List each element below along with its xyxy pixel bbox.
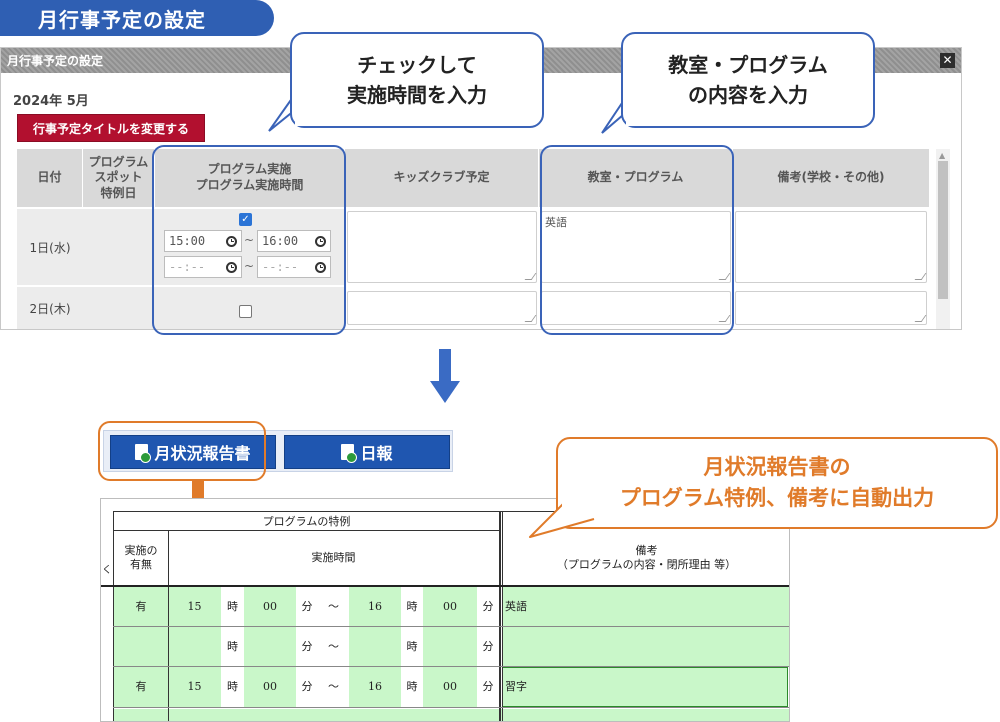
header-notes-line1: 備考 (635, 544, 658, 558)
header-done-line2: 有無 (130, 558, 152, 571)
row3-m1: 00 (263, 680, 277, 694)
orange-bubble-line1: 月状況報告書の (703, 454, 851, 479)
classroom-highlight (540, 145, 734, 335)
row3-h2: 16 (368, 680, 382, 694)
orange-bubble-line2: プログラム特例、備考に自動出力 (619, 486, 935, 510)
row2-notes-textarea[interactable] (735, 291, 927, 325)
row1-hour-unit-2: 時 (406, 600, 418, 614)
grid-line (113, 707, 789, 708)
col-spot-line3: 特例日 (100, 185, 137, 200)
row2-hour-unit: 時 (227, 640, 238, 654)
header-notes-line2: （プログラムの内容・閉所理由 等） (556, 558, 737, 571)
row1-m1: 00 (263, 600, 277, 614)
row2-h2-bg (349, 627, 401, 667)
scroll-up-icon[interactable]: ▲ (939, 151, 945, 160)
row1-notes-textarea[interactable] (735, 211, 927, 283)
grid-line (101, 585, 789, 587)
scrollbar[interactable]: ▲ (936, 149, 950, 329)
row2-done-bg (114, 627, 168, 667)
row3-tilde: ～ (328, 680, 339, 694)
grid-line (502, 511, 503, 721)
row2-date: 2日(木) (17, 287, 83, 329)
row2-h1-bg (168, 627, 221, 667)
row1-minute-unit-2: 分 (482, 600, 494, 614)
row3-m2: 00 (443, 680, 457, 694)
row1-minute-unit: 分 (301, 600, 313, 614)
grid-line (113, 626, 789, 627)
row2-spot (83, 287, 155, 329)
row3-h1: 15 (187, 680, 202, 694)
instruction-bubble-right: 教室・プログラム の内容を入力 (621, 32, 875, 128)
grid-line (113, 530, 500, 531)
col-date: 日付 (17, 149, 83, 207)
auto-output-bubble: 月状況報告書の プログラム特例、備考に自動出力 (556, 437, 998, 529)
col-kids: キッズクラブ予定 (345, 149, 539, 207)
month-label: 2024年 5月 (13, 94, 89, 109)
grid-line (113, 666, 789, 667)
row3-hour-unit: 時 (227, 680, 238, 694)
scroll-thumb[interactable] (938, 161, 948, 299)
down-arrow-icon (430, 349, 460, 403)
row3-note: 習字 (505, 680, 527, 694)
row1-spot (83, 209, 155, 285)
row3-minute-unit: 分 (301, 680, 313, 694)
header-time: 実施時間 (311, 551, 356, 565)
col-spot: プログラム スポット 特例日 (83, 149, 155, 207)
close-icon[interactable]: ✕ (940, 53, 955, 68)
grid-line (789, 511, 790, 722)
daily-report-button[interactable]: 日報 (284, 435, 450, 469)
bubble-tail-join (626, 110, 648, 126)
row1-date: 1日(水) (17, 209, 83, 285)
row2-minute-unit-2: 分 (482, 640, 494, 654)
row1-h1: 15 (187, 600, 202, 614)
bubble-left-line2: 実施時間を入力 (347, 83, 487, 107)
header-done: 実施の 有無 (114, 531, 168, 585)
header-done-line1: 実施の (124, 544, 158, 558)
row1-note: 英語 (505, 600, 527, 614)
row2-note-bg (502, 627, 789, 667)
grid-line (499, 511, 501, 721)
row3-done: 有 (135, 680, 147, 694)
bubble-right-line1: 教室・プログラム (668, 53, 828, 77)
row1-done: 有 (135, 600, 147, 614)
monthly-report-highlight (98, 421, 266, 481)
row2-m1-bg (244, 627, 296, 667)
col-notes: 備考(学校・その他) (733, 149, 929, 207)
change-title-button[interactable]: 行事予定タイトルを変更する (17, 114, 205, 142)
side-char: く (102, 564, 112, 576)
row2-minute-unit: 分 (301, 640, 313, 654)
col-spot-line1: プログラム (88, 154, 149, 169)
row2-m2-bg (423, 627, 477, 667)
bubble-tail-orange-front (529, 497, 596, 538)
row2-hour-unit-2: 時 (406, 640, 418, 654)
bubble-tail-join (295, 110, 317, 126)
row2-tilde: ～ (328, 640, 339, 654)
bubble-left-line1: チェックして (357, 53, 477, 77)
program-time-highlight (152, 145, 346, 335)
document-download-icon (341, 444, 358, 463)
bubble-right-line2: の内容を入力 (688, 83, 808, 107)
row1-hour-unit: 時 (227, 600, 238, 614)
row2-kids-textarea[interactable] (347, 291, 537, 325)
instruction-bubble-left: チェックして 実施時間を入力 (290, 32, 544, 128)
row1-m2: 00 (443, 600, 457, 614)
page-title: 月行事予定の設定 (0, 0, 274, 36)
row3-hour-unit-2: 時 (406, 680, 418, 694)
row1-h2: 16 (368, 600, 382, 614)
daily-report-label: 日報 (360, 444, 393, 463)
header-program: プログラムの特例 (262, 514, 351, 528)
col-spot-line2: スポット (94, 170, 143, 185)
row1-kids-textarea[interactable] (347, 211, 537, 283)
grid-line (113, 511, 114, 721)
monthly-report-sheet: く プログラムの特例 実施の 有無 実施時間 備考 （プログラムの内容・閉所理由… (100, 498, 790, 722)
row1-tilde: ～ (328, 600, 339, 614)
row3-minute-unit-2: 分 (482, 680, 494, 694)
row4-bg (114, 709, 789, 721)
